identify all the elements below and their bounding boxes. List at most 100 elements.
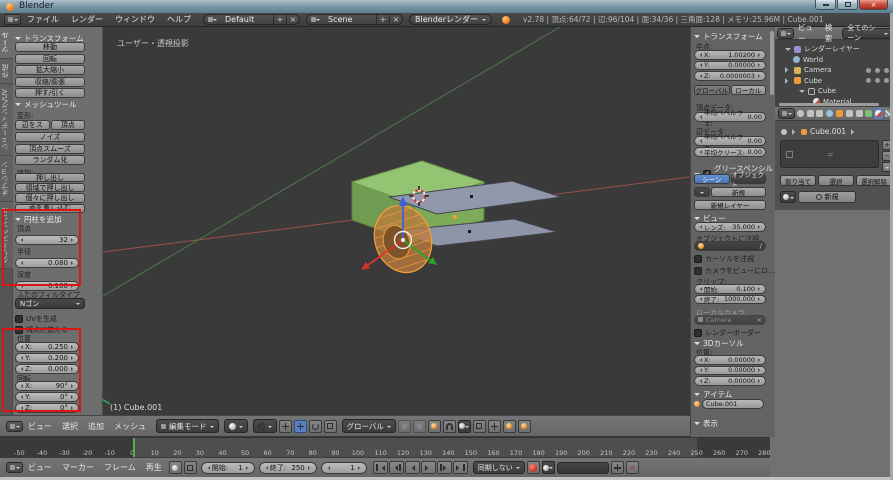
clear-icon[interactable]: × bbox=[757, 316, 762, 324]
decrement-icon[interactable] bbox=[698, 115, 702, 119]
snap-element-select[interactable] bbox=[458, 420, 471, 433]
tab-object[interactable] bbox=[835, 108, 844, 119]
decrement-icon[interactable] bbox=[698, 63, 702, 67]
scene-browse[interactable] bbox=[307, 15, 324, 24]
delete-keyframes-button[interactable]: × bbox=[626, 461, 639, 474]
expand-icon[interactable] bbox=[785, 78, 791, 84]
outliner-scope-select[interactable]: 全てのシーン bbox=[842, 28, 893, 39]
tool-button[interactable]: 個々に押し出し bbox=[15, 193, 85, 202]
mean-bevel-weight-edge-field[interactable]: 平均ベベルウェ:0.00 bbox=[694, 136, 766, 146]
tab-modifiers[interactable] bbox=[855, 108, 864, 119]
decrement-icon[interactable] bbox=[19, 367, 23, 371]
toolshelf-tab[interactable]: オプション bbox=[0, 156, 13, 202]
increment-icon[interactable] bbox=[246, 466, 250, 470]
decrement-icon[interactable] bbox=[19, 261, 23, 265]
manipulator-translate-toggle[interactable] bbox=[294, 420, 307, 433]
render-engine-select[interactable]: Blenderレンダー bbox=[409, 14, 492, 25]
tool-button[interactable]: 移動 bbox=[15, 42, 85, 52]
tool-button[interactable]: 辺をス bbox=[15, 120, 50, 130]
lock-time-toggle[interactable] bbox=[184, 461, 197, 474]
location-slider[interactable]: X:0.250 bbox=[15, 342, 79, 352]
increment-icon[interactable] bbox=[71, 367, 75, 371]
add-widget-button[interactable] bbox=[488, 420, 501, 433]
preview-range-toggle[interactable] bbox=[169, 461, 182, 474]
select-button[interactable]: 選択 bbox=[818, 175, 854, 186]
increment-icon[interactable] bbox=[758, 368, 762, 372]
end-frame-field[interactable]: 終了:250 bbox=[259, 462, 317, 474]
increment-icon[interactable] bbox=[758, 53, 762, 57]
add-scene-button[interactable]: + bbox=[376, 15, 389, 24]
tool-button[interactable]: 押し出し bbox=[15, 173, 85, 182]
number-slider[interactable]: 0.080 bbox=[15, 258, 79, 268]
menu-item[interactable]: フレーム bbox=[99, 463, 141, 472]
assign-button[interactable]: 割り当て bbox=[780, 175, 816, 186]
increment-icon[interactable] bbox=[758, 358, 762, 362]
sync-mode-select[interactable]: 同期しない bbox=[473, 461, 525, 474]
menu-item[interactable]: 再生 bbox=[141, 463, 167, 472]
play-button[interactable] bbox=[421, 461, 436, 474]
decrement-icon[interactable] bbox=[264, 466, 268, 470]
proportional-edit-toggle[interactable] bbox=[428, 420, 441, 433]
tool-button[interactable]: 拡大縮小 bbox=[15, 65, 85, 75]
number-slider[interactable]: 32 bbox=[15, 235, 79, 245]
tab-data[interactable] bbox=[865, 108, 874, 119]
lock-object-field[interactable]: / bbox=[694, 241, 766, 251]
editor-type-properties-icon[interactable] bbox=[778, 108, 795, 119]
menu-item[interactable]: ヘルプ bbox=[161, 15, 197, 24]
mean-bevel-weight-field[interactable]: 平均ベベルウェ:0.00 bbox=[694, 112, 766, 122]
play-reverse-button[interactable] bbox=[405, 461, 420, 474]
tool-button[interactable]: 頂点 bbox=[51, 120, 86, 130]
viewport-canvas[interactable]: ユーザー・透視投影 (1) Cube.001 bbox=[103, 27, 690, 415]
tool-button[interactable]: 頂点スムーズ bbox=[15, 144, 85, 154]
new-material-button[interactable]: 新規 bbox=[798, 191, 856, 203]
screen-layout-name[interactable]: Default bbox=[221, 15, 273, 24]
decrement-icon[interactable] bbox=[19, 238, 23, 242]
increment-icon[interactable] bbox=[71, 238, 75, 242]
tool-button[interactable]: ランダム化 bbox=[15, 155, 85, 165]
increment-icon[interactable] bbox=[71, 356, 75, 360]
cursor-field[interactable]: X:0.00000 bbox=[694, 355, 766, 365]
clip-start-field[interactable]: 開始:0.100 bbox=[694, 284, 766, 294]
menu-item[interactable]: ビュー bbox=[23, 463, 57, 472]
toolshelf-tab[interactable]: ツール bbox=[0, 27, 13, 59]
increment-icon[interactable] bbox=[358, 466, 362, 470]
lock-cursor-checkbox[interactable] bbox=[694, 255, 702, 263]
grease-new-button[interactable]: 新規 bbox=[711, 187, 766, 197]
increment-icon[interactable] bbox=[758, 63, 762, 67]
jump-to-end-button[interactable] bbox=[453, 461, 468, 474]
increment-icon[interactable] bbox=[758, 379, 762, 383]
outliner-search-menu[interactable]: 検索 bbox=[821, 22, 842, 44]
current-frame-field[interactable]: 1 bbox=[321, 462, 367, 474]
decrement-icon[interactable] bbox=[19, 406, 23, 410]
maximize-button[interactable] bbox=[837, 0, 858, 10]
menu-item[interactable]: レンダー bbox=[65, 15, 109, 24]
outliner-row-cube[interactable]: Cube bbox=[775, 76, 893, 87]
grease-scene-button[interactable]: シーン bbox=[694, 174, 730, 184]
decrement-icon[interactable] bbox=[698, 368, 702, 372]
mode-select[interactable]: 編集モード bbox=[156, 419, 219, 433]
restriction-icons[interactable] bbox=[866, 68, 889, 73]
decrement-icon[interactable] bbox=[698, 287, 702, 291]
toolshelf-tab[interactable]: グリースペンシル bbox=[0, 202, 13, 269]
manipulator-axes-toggle[interactable] bbox=[279, 420, 292, 433]
panel-header-meshtools[interactable]: メッシュツール bbox=[15, 99, 77, 110]
occlude-geometry-toggle[interactable] bbox=[473, 420, 486, 433]
increment-icon[interactable] bbox=[71, 395, 75, 399]
editor-type-timeline-icon[interactable] bbox=[6, 462, 23, 473]
deselect-button[interactable]: 選択解除 bbox=[856, 175, 892, 186]
menu-item[interactable]: ビュー bbox=[23, 422, 57, 431]
delete-scene-button[interactable]: × bbox=[389, 15, 402, 24]
increment-icon[interactable] bbox=[758, 225, 762, 229]
tool-button[interactable]: 回転 bbox=[15, 54, 85, 64]
decrement-icon[interactable] bbox=[19, 284, 23, 288]
manipulator-rotate-toggle[interactable] bbox=[309, 420, 322, 433]
decrement-icon[interactable] bbox=[19, 345, 23, 349]
cursor-field[interactable]: Z:0.00000 bbox=[694, 376, 766, 386]
align-view-checkbox[interactable] bbox=[15, 326, 23, 334]
increment-icon[interactable] bbox=[71, 284, 75, 288]
render-border-checkbox[interactable] bbox=[694, 329, 702, 337]
decrement-icon[interactable] bbox=[698, 297, 702, 301]
breadcrumb-object-name[interactable]: Cube.001 bbox=[810, 127, 846, 136]
browse-material-select[interactable] bbox=[780, 191, 796, 203]
auto-keyframe-toggle[interactable] bbox=[527, 461, 540, 474]
